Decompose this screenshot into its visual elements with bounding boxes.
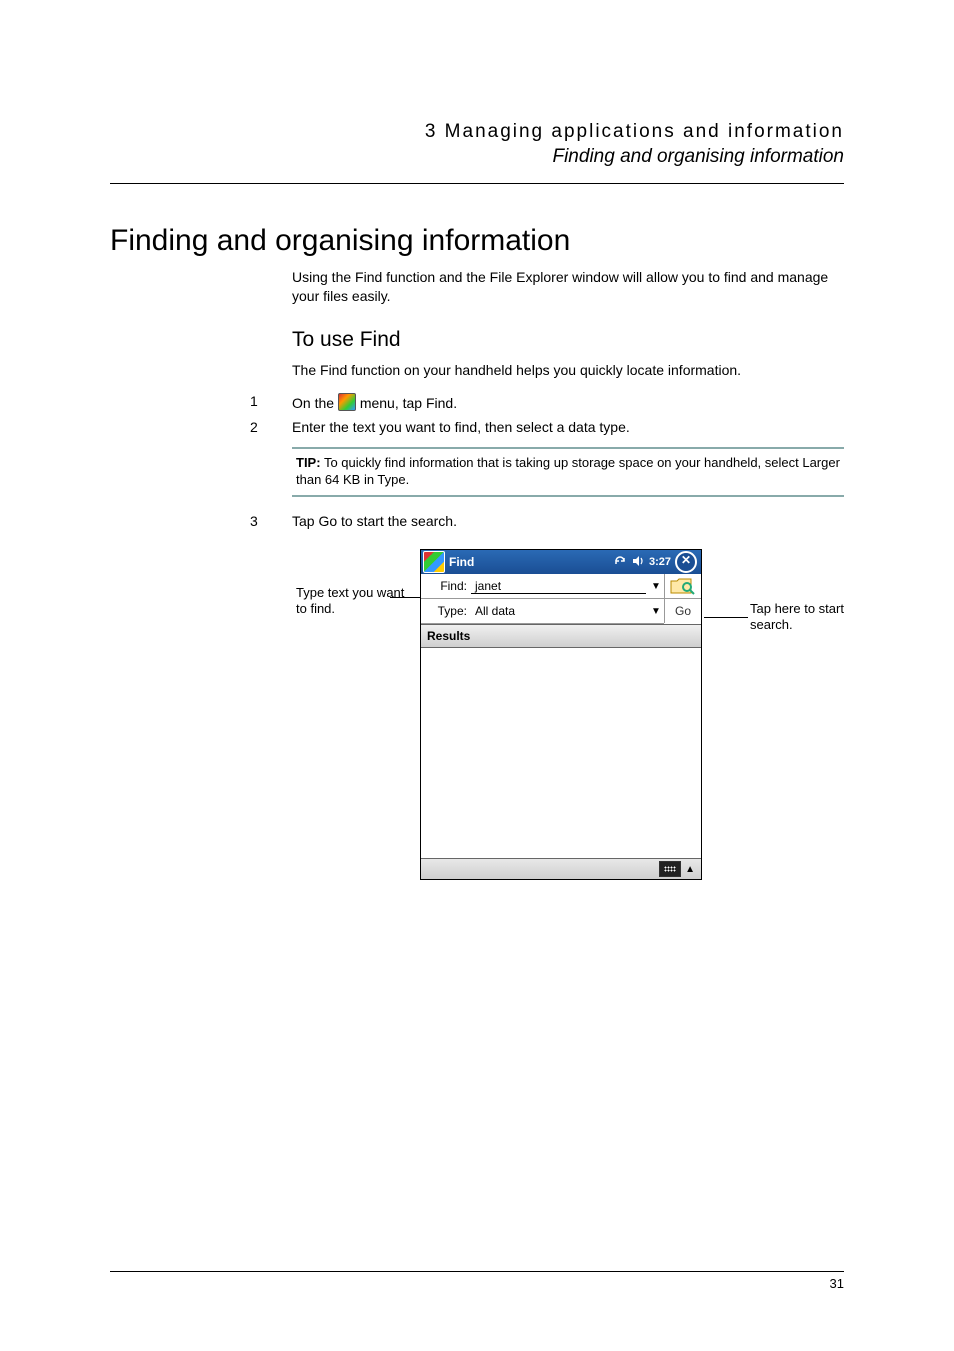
callout-left: Type text you want to find. [296, 585, 416, 616]
type-select[interactable]: All data [471, 604, 646, 618]
speaker-icon[interactable] [631, 554, 645, 571]
find-input[interactable]: janet [471, 579, 646, 594]
header-divider [110, 183, 844, 184]
start-menu-icon [338, 393, 356, 411]
keyboard-icon[interactable] [659, 861, 681, 877]
dropdown-icon[interactable]: ▼ [648, 581, 664, 592]
page-heading: Finding and organising information [110, 224, 844, 258]
sub-description: The Find function on your handheld helps… [292, 361, 844, 380]
start-icon[interactable] [423, 551, 445, 573]
step-text: Enter the text you want to find, then se… [292, 419, 844, 435]
step-2: 2 Enter the text you want to find, then … [250, 419, 844, 435]
results-header: Results [421, 624, 701, 648]
step-1: 1 On the menu, tap Find. [250, 393, 844, 411]
results-area [421, 648, 701, 858]
page-number: 31 [110, 1276, 844, 1291]
folder-search-icon [669, 575, 697, 597]
footer-divider [110, 1271, 844, 1272]
subheading: To use Find [292, 326, 844, 354]
step-number: 3 [250, 513, 292, 529]
callout-line [390, 597, 420, 598]
step-text: On the menu, tap Find. [292, 393, 844, 411]
step-text: Tap Go to start the search. [292, 513, 844, 529]
tip-label: TIP: [296, 455, 321, 470]
step-number: 2 [250, 419, 292, 435]
step-3: 3 Tap Go to start the search. [250, 513, 844, 529]
step-number: 1 [250, 393, 292, 411]
sync-icon [613, 554, 627, 571]
step-1-text-a: On the [292, 395, 338, 411]
folder-button[interactable] [664, 574, 701, 599]
dropdown-icon[interactable]: ▼ [648, 606, 664, 617]
intro-paragraph: Using the Find function and the File Exp… [292, 268, 844, 306]
callout-right: Tap here to start search. [750, 601, 860, 632]
callout-line [704, 617, 748, 618]
go-button[interactable]: Go [664, 599, 701, 623]
chapter-title: 3 Managing applications and information [110, 120, 844, 145]
find-label: Find: [421, 579, 471, 593]
close-icon[interactable]: ✕ [675, 551, 697, 573]
section-title: Finding and organising information [110, 145, 844, 170]
window-title: Find [449, 555, 474, 569]
step-1-text-b: menu, tap Find. [360, 395, 457, 411]
type-label: Type: [421, 604, 471, 618]
sip-arrow-icon[interactable]: ▲ [685, 864, 695, 875]
tip-text: To quickly find information that is taki… [296, 455, 840, 487]
titlebar: Find 3:27 ✕ [421, 550, 701, 574]
tip-box: TIP: To quickly find information that is… [292, 447, 844, 497]
clock-time: 3:27 [649, 556, 671, 568]
find-row: Find: janet ▼ [421, 574, 664, 599]
type-row: Type: All data ▼ [421, 599, 664, 624]
sip-bar: ▲ [421, 858, 701, 879]
figure: Type text you want to find. Tap here to … [110, 549, 844, 929]
device-screenshot: Find 3:27 ✕ Find: janet [420, 549, 702, 880]
